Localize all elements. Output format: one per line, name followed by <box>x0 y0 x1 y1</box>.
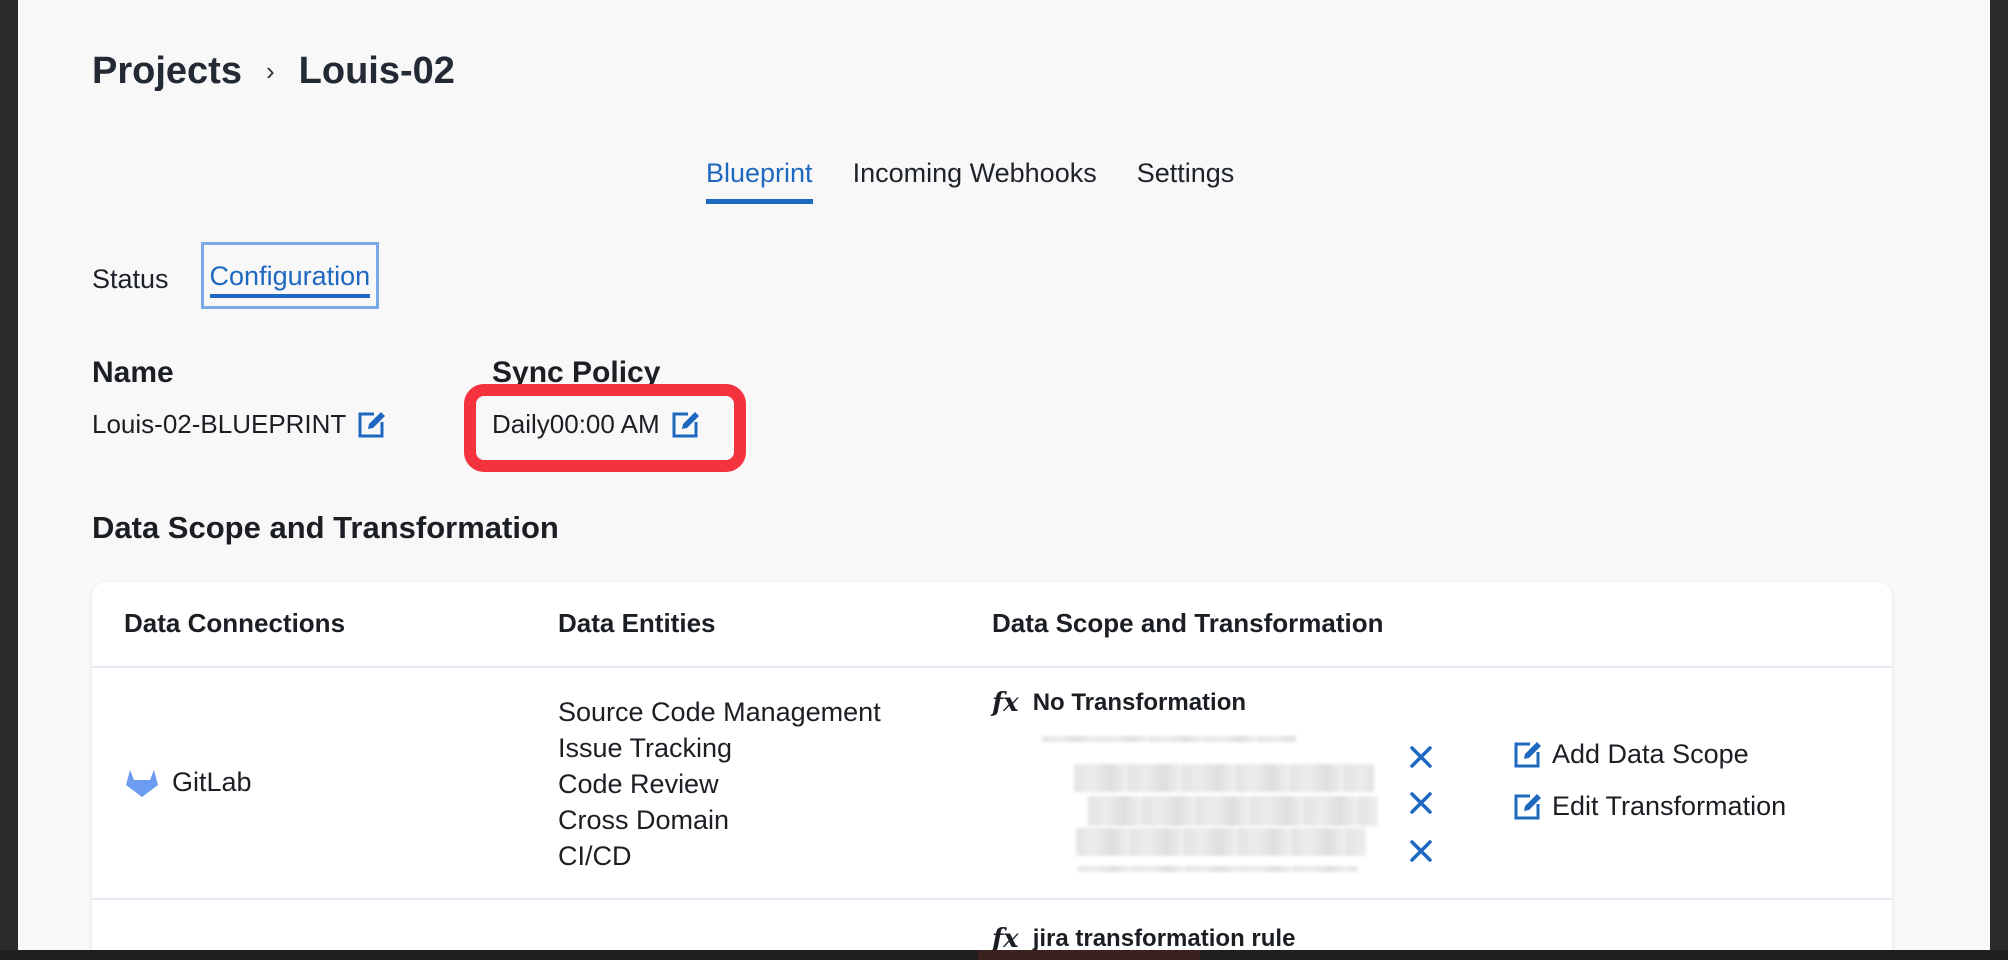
close-icon[interactable] <box>1408 744 1434 770</box>
close-icon[interactable] <box>1408 838 1434 864</box>
redacted-scope-item <box>1088 796 1378 826</box>
blueprint-tabs: Blueprint Incoming Webhooks Settings <box>706 158 1234 204</box>
fx-icon: fx <box>992 924 1019 950</box>
edit-icon <box>1514 794 1541 820</box>
blueprint-name: Louis-02-BLUEPRINT <box>92 408 347 439</box>
name-label: Name <box>92 356 174 389</box>
add-data-scope-label: Add Data Scope <box>1552 738 1749 769</box>
redacted-scope-item <box>1074 764 1374 792</box>
subtab-configuration-label: Configuration <box>209 261 371 298</box>
breadcrumb-projects-link[interactable]: Projects <box>92 50 242 93</box>
transformation-name: No Transformation <box>1032 689 1247 716</box>
transformation-title: fx No Transformation <box>992 688 1246 718</box>
connection-cell: GitLab <box>124 766 252 798</box>
entities-cell: Source Code Management Issue Tracking Co… <box>558 694 881 874</box>
subtab-configuration[interactable]: Configuration <box>200 242 380 309</box>
name-value-row: Louis-02-BLUEPRINT <box>92 408 388 440</box>
data-scope-table: Data Connections Data Entities Data Scop… <box>92 582 1892 950</box>
edit-transformation-button[interactable]: Edit Transformation <box>1512 790 1786 822</box>
breadcrumb: Projects › Louis-02 <box>92 50 455 93</box>
subtab-status[interactable]: Status <box>92 242 169 295</box>
breadcrumb-current-project: Louis-02 <box>298 50 455 92</box>
section-title: Data Scope and Transformation <box>92 510 559 545</box>
edit-icon <box>1514 742 1541 768</box>
close-icon[interactable] <box>1408 790 1434 816</box>
sync-policy-value: Daily00:00 AM <box>492 408 660 439</box>
tab-settings[interactable]: Settings <box>1137 158 1235 204</box>
fx-icon: fx <box>992 688 1019 718</box>
redacted-scope-item <box>1042 736 1296 742</box>
edit-icon[interactable] <box>670 408 702 440</box>
table-header: Data Connections Data Entities Data Scop… <box>92 582 1892 668</box>
entity-item: Code Review <box>558 769 719 799</box>
redacted-scope-item <box>1078 866 1358 872</box>
subtabs: Status Configuration <box>92 242 380 309</box>
entity-item: Cross Domain <box>558 805 730 835</box>
tab-incoming-webhooks[interactable]: Incoming Webhooks <box>853 158 1097 204</box>
window-bottom-accent <box>978 950 1200 960</box>
column-header-scope: Data Scope and Transformation <box>992 608 1384 638</box>
sync-policy-value-row: Daily00:00 AM <box>492 408 702 440</box>
entity-item: Issue Tracking <box>558 733 733 763</box>
gitlab-icon <box>126 770 158 797</box>
chevron-right-icon: › <box>265 56 275 86</box>
tab-blueprint[interactable]: Blueprint <box>706 158 813 204</box>
entity-item: CI/CD <box>558 841 632 871</box>
column-header-entities: Data Entities <box>558 608 716 638</box>
add-data-scope-button[interactable]: Add Data Scope <box>1512 738 1749 770</box>
transformation-name: jira transformation rule <box>1032 925 1296 950</box>
edit-icon[interactable] <box>356 408 388 440</box>
row-divider <box>92 898 1892 900</box>
connection-name: GitLab <box>172 766 252 797</box>
column-header-connections: Data Connections <box>124 608 346 638</box>
transformation-title: fx jira transformation rule <box>992 924 1295 950</box>
edit-transformation-label: Edit Transformation <box>1552 790 1787 821</box>
entity-item: Source Code Management <box>558 697 881 727</box>
redacted-scope-item <box>1076 828 1366 856</box>
app-window: Projects › Louis-02 Blueprint Incoming W… <box>18 0 1990 950</box>
